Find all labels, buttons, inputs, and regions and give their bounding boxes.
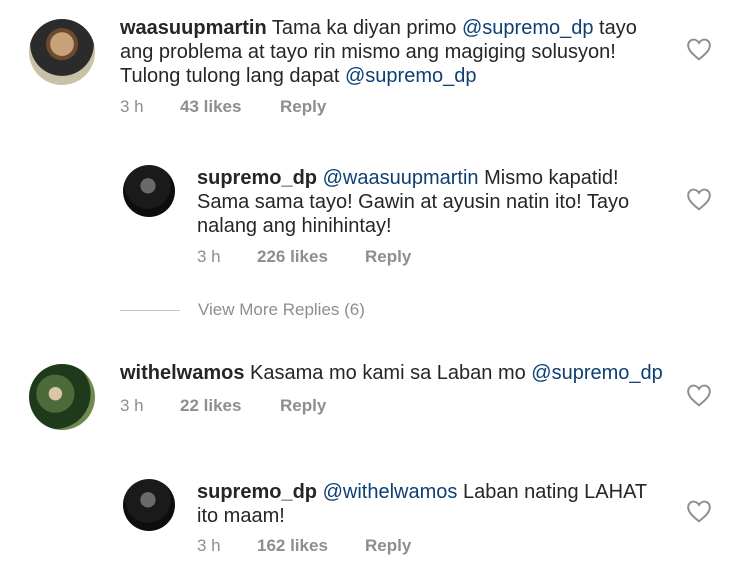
username-link[interactable]: supremo_dp	[197, 167, 317, 189]
heart-icon[interactable]	[686, 383, 712, 407]
avatar[interactable]	[123, 479, 175, 531]
timestamp: 3 h	[197, 536, 221, 555]
view-more-replies[interactable]: View More Replies (6)	[120, 300, 365, 320]
avatar[interactable]	[123, 165, 175, 217]
likes-count[interactable]: 22 likes	[180, 396, 280, 416]
heart-icon[interactable]	[686, 499, 712, 523]
heart-icon[interactable]	[686, 187, 712, 211]
avatar[interactable]	[29, 19, 95, 85]
likes-count[interactable]: 43 likes	[180, 97, 280, 117]
mention-link[interactable]: @supremo_dp	[531, 362, 662, 384]
comment-text: supremo_dp @waasuupmartin Mismo kapatid!…	[197, 166, 657, 238]
username-link[interactable]: supremo_dp	[197, 481, 317, 503]
mention-link[interactable]: @withelwamos	[323, 481, 458, 503]
heart-icon[interactable]	[686, 37, 712, 61]
divider-line	[120, 309, 180, 311]
comment-text: withelwamos Kasama mo kami sa Laban mo @…	[120, 361, 680, 385]
mention-link[interactable]: @supremo_dp	[462, 17, 593, 39]
reply-button[interactable]: Reply	[280, 97, 326, 117]
timestamp: 3 h	[120, 396, 144, 415]
likes-count[interactable]: 162 likes	[257, 536, 365, 556]
reply-button[interactable]: Reply	[365, 536, 411, 556]
comment-meta: 3 h 43 likes Reply	[120, 97, 326, 117]
view-more-replies-label[interactable]: View More Replies (6)	[198, 300, 365, 320]
comment-meta: 3 h 226 likes Reply	[197, 247, 411, 267]
avatar[interactable]	[29, 364, 95, 430]
username-link[interactable]: withelwamos	[120, 362, 244, 384]
timestamp: 3 h	[197, 247, 221, 266]
reply-button[interactable]: Reply	[365, 247, 411, 267]
comment-meta: 3 h 162 likes Reply	[197, 536, 411, 556]
likes-count[interactable]: 226 likes	[257, 247, 365, 267]
reply-button[interactable]: Reply	[280, 396, 326, 416]
comment-text: supremo_dp @withelwamos Laban nating LAH…	[197, 480, 657, 528]
mention-link[interactable]: @supremo_dp	[345, 65, 476, 87]
comment-text: waasuupmartin Tama ka diyan primo @supre…	[120, 16, 660, 88]
comment-body: Tama ka diyan primo	[271, 17, 462, 39]
comment-body: Kasama mo kami sa Laban mo	[250, 362, 532, 384]
mention-link[interactable]: @waasuupmartin	[323, 167, 479, 189]
timestamp: 3 h	[120, 97, 144, 116]
comment-meta: 3 h 22 likes Reply	[120, 396, 326, 416]
username-link[interactable]: waasuupmartin	[120, 17, 267, 39]
